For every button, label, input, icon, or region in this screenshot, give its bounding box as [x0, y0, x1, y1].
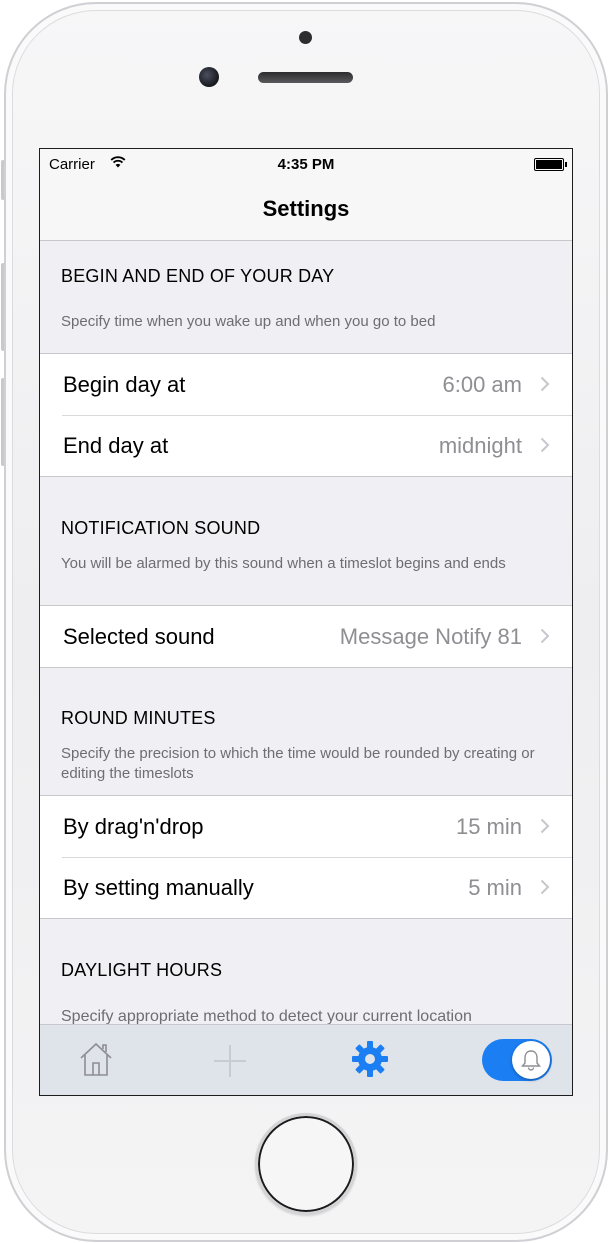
status-time: 4:35 PM: [277, 156, 335, 173]
chevron-right-icon: [540, 628, 550, 644]
drag-drop-row[interactable]: By drag'n'drop 15 min: [40, 796, 572, 857]
row-value: 5 min: [468, 875, 522, 900]
page-title: Settings: [262, 196, 350, 221]
home-icon[interactable]: [78, 1041, 114, 1077]
begin-day-row[interactable]: Begin day at 6:00 am: [40, 354, 572, 415]
proximity-sensor: [299, 31, 312, 44]
chevron-right-icon: [540, 437, 550, 453]
section-header-round: ROUND MINUTES: [61, 708, 216, 728]
bell-icon: [521, 1050, 541, 1071]
row-value: 6:00 am: [442, 372, 523, 397]
status-bar: Carrier 4:35 PM: [40, 149, 572, 177]
home-button[interactable]: [255, 1113, 357, 1215]
chevron-right-icon: [540, 818, 550, 834]
plus-icon: [214, 1045, 246, 1077]
navigation-bar: Carrier 4:35 PM Settings: [40, 149, 572, 241]
row-value: midnight: [438, 433, 522, 458]
section-note-sound: You will be alarmed by this sound when a…: [61, 555, 506, 572]
app-screen: Carrier 4:35 PM Settings BEGIN AND END O…: [39, 148, 573, 1096]
row-value: Message Notify 81: [339, 624, 522, 649]
settings-list[interactable]: BEGIN AND END OF YOUR DAY Specify time w…: [40, 241, 572, 1024]
manual-row[interactable]: By setting manually 5 min: [40, 857, 572, 918]
sound-group: Selected sound Message Notify 81: [40, 605, 572, 668]
row-label: Selected sound: [63, 624, 215, 649]
end-day-row[interactable]: End day at midnight: [40, 415, 572, 476]
front-camera: [199, 67, 219, 87]
round-group: By drag'n'drop 15 min By setting manuall…: [40, 795, 572, 919]
row-label: By drag'n'drop: [63, 814, 204, 839]
row-label: Begin day at: [63, 372, 186, 397]
row-label: End day at: [63, 433, 169, 458]
row-value: 15 min: [455, 814, 522, 839]
section-note-round: Specify the precision to which the time …: [61, 745, 535, 782]
selected-sound-row[interactable]: Selected sound Message Notify 81: [40, 606, 572, 667]
notifications-toggle[interactable]: [482, 1039, 552, 1081]
battery-icon: [534, 158, 567, 171]
earpiece-speaker: [258, 72, 353, 83]
gear-icon[interactable]: [352, 1041, 388, 1077]
section-header-daylight: DAYLIGHT HOURS: [61, 960, 223, 980]
toggle-knob: [512, 1041, 550, 1079]
tab-bar: [40, 1024, 572, 1095]
section-note-daylight: Specify appropriate method to detect you…: [61, 1008, 472, 1024]
section-header-sound: NOTIFICATION SOUND: [61, 518, 261, 538]
section-header-day: BEGIN AND END OF YOUR DAY: [61, 266, 335, 286]
chevron-right-icon: [540, 376, 550, 392]
section-note-day: Specify time when you wake up and when y…: [61, 313, 436, 330]
day-group: Begin day at 6:00 am End day at midnight: [40, 353, 572, 477]
chevron-right-icon: [540, 879, 550, 895]
row-label: By setting manually: [63, 875, 254, 900]
